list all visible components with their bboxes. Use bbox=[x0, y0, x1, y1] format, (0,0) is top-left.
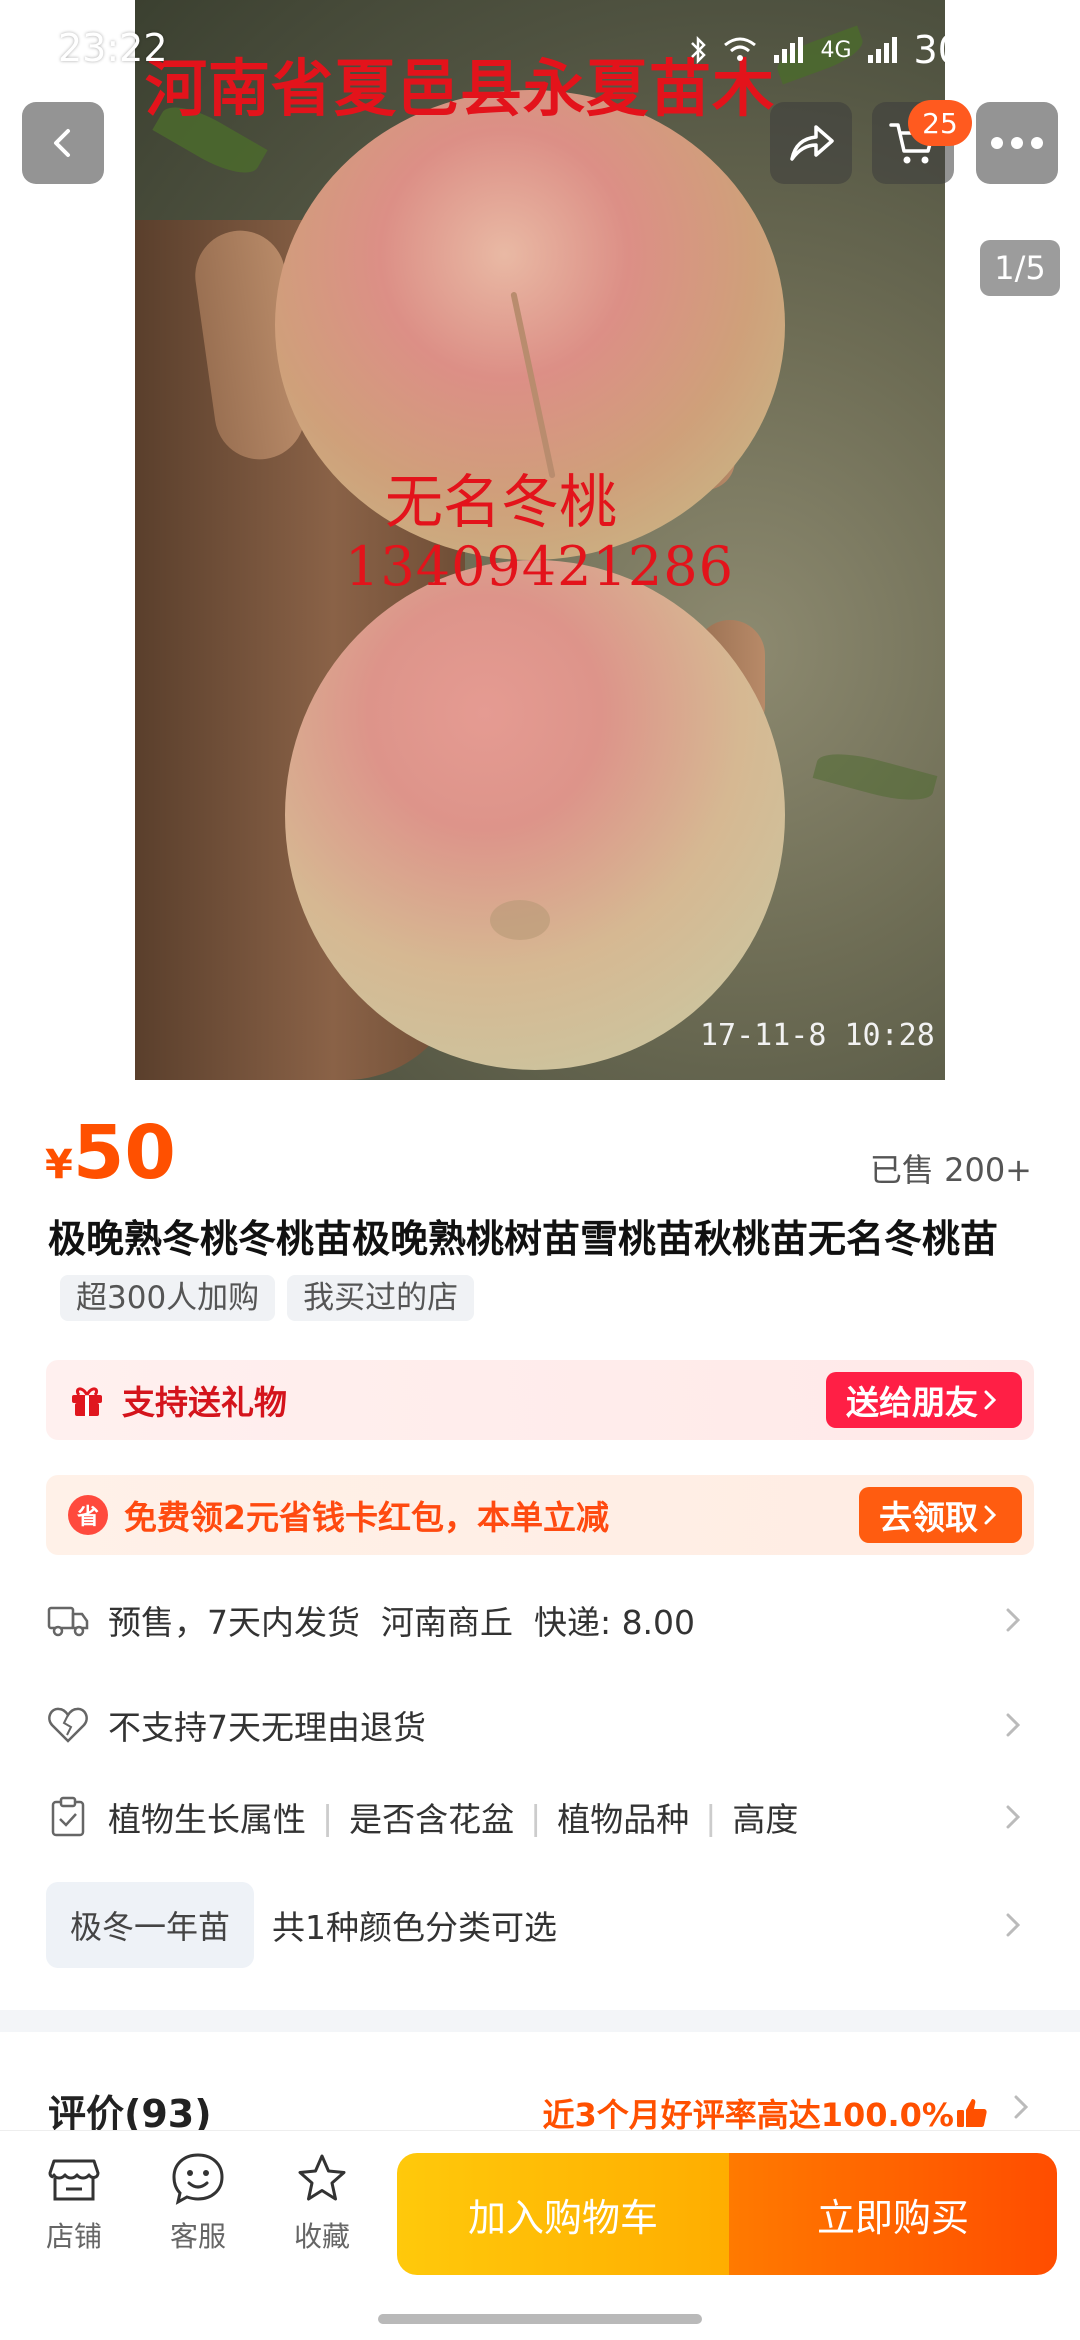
add-to-cart-button[interactable]: 加入购物车 bbox=[397, 2153, 729, 2275]
peach-bottom bbox=[285, 560, 785, 1070]
truck-icon bbox=[47, 1606, 89, 1637]
watermark-phone: 13409421286 bbox=[345, 535, 734, 598]
more-button[interactable] bbox=[976, 102, 1058, 184]
attribute-item: 是否含花盆 bbox=[349, 1800, 515, 1839]
signal-icon bbox=[867, 37, 897, 63]
chevron-left-icon bbox=[54, 129, 70, 157]
product-title-text: 极晚熟冬桃冬桃苗极晚熟桃树苗雪桃苗秋桃苗无名冬桃苗 bbox=[48, 1217, 999, 1261]
tag-bought-store: 我买过的店 bbox=[287, 1275, 475, 1321]
battery-percent: 30% bbox=[913, 28, 998, 72]
attribute-divider: | bbox=[705, 1797, 717, 1837]
battery-icon bbox=[1012, 33, 1030, 67]
price-currency: ¥ bbox=[45, 1142, 73, 1188]
smiley-chat-icon bbox=[172, 2153, 224, 2205]
attribute-item: 植物品种 bbox=[557, 1800, 690, 1839]
back-button[interactable] bbox=[22, 102, 104, 184]
home-indicator[interactable] bbox=[378, 2314, 702, 2324]
heart-broken-icon bbox=[48, 1707, 88, 1743]
cart-count-badge: 25 bbox=[908, 100, 972, 146]
chevron-right-icon[interactable] bbox=[1006, 2092, 1036, 2122]
star-icon bbox=[298, 2154, 346, 2201]
customer-service-label: 客服 bbox=[169, 2220, 226, 2253]
leaf-decoration bbox=[812, 745, 938, 809]
section-divider bbox=[0, 2010, 1080, 2032]
clock: 23:22 bbox=[58, 26, 168, 70]
gift-banner[interactable]: 支持送礼物 送给朋友 bbox=[46, 1360, 1034, 1440]
system-icons: 4G 30% bbox=[688, 28, 1030, 72]
shop-label: 店铺 bbox=[45, 2220, 102, 2253]
peach-dimple bbox=[490, 900, 550, 940]
coupon-icon: 省 bbox=[68, 1495, 108, 1535]
attributes-row[interactable]: 植物生长属性 | 是否含花盆 | 植物品种 | 高度 bbox=[46, 1782, 1034, 1852]
gift-icon bbox=[72, 1387, 102, 1416]
favorite-button[interactable]: 收藏 bbox=[272, 2151, 372, 2255]
photo-timestamp: 17-11-8 10:28 bbox=[700, 1018, 935, 1053]
return-policy-row[interactable]: 不支持7天无理由退货 bbox=[46, 1690, 1034, 1760]
buy-now-button[interactable]: 立即购买 bbox=[729, 2153, 1057, 2275]
bottom-action-bar: 店铺 客服 收藏 加入购物车 立即购买 bbox=[0, 2130, 1080, 2340]
coupon-banner[interactable]: 省 免费领2元省钱卡红包，本单立减 去领取 bbox=[46, 1475, 1034, 1555]
customer-service-button[interactable]: 客服 bbox=[148, 2151, 248, 2255]
attribute-item: 植物生长属性 bbox=[108, 1800, 306, 1839]
product-title[interactable]: 极晚熟冬桃冬桃苗极晚熟桃树苗雪桃苗秋桃苗无名冬桃苗超300人加购 我买过的店 bbox=[48, 1210, 1048, 1326]
tag-added-to-cart: 超300人加购 bbox=[60, 1275, 276, 1321]
sku-selector-row[interactable]: 极冬一年苗 共1种颜色分类可选 bbox=[46, 1882, 1034, 1968]
more-icon bbox=[991, 137, 1043, 149]
chevron-right-icon bbox=[1006, 1805, 1021, 1829]
price: ¥ 50 bbox=[45, 1110, 176, 1196]
sold-count: 已售 200+ bbox=[869, 1151, 1032, 1189]
price-value: 50 bbox=[72, 1110, 176, 1196]
shop-button[interactable]: 店铺 bbox=[24, 2151, 124, 2255]
share-icon bbox=[790, 125, 834, 161]
return-policy-text: 不支持7天无理由退货 bbox=[108, 1708, 426, 1747]
sku-option-chip[interactable]: 极冬一年苗 bbox=[46, 1882, 255, 1968]
send-to-friend-label: 送给朋友 bbox=[846, 1383, 978, 1422]
chevron-right-icon bbox=[984, 1505, 997, 1525]
status-bar: 23:22 4G 30% bbox=[0, 0, 1080, 90]
watermark-product-name: 无名冬桃 bbox=[385, 468, 618, 536]
chevron-right-icon bbox=[1006, 1713, 1021, 1737]
share-button[interactable] bbox=[770, 102, 852, 184]
attribute-divider: | bbox=[322, 1797, 334, 1837]
chevron-right-icon bbox=[984, 1390, 997, 1410]
send-to-friend-button[interactable]: 送给朋友 bbox=[826, 1372, 1022, 1428]
image-pager: 1/5 bbox=[980, 240, 1060, 296]
bluetooth-icon bbox=[691, 35, 707, 65]
sku-summary-text: 共1种颜色分类可选 bbox=[272, 1908, 558, 1947]
network-type: 4G bbox=[820, 37, 852, 63]
shipping-row[interactable]: 预售，7天内发货 河南商丘 快递: 8.00 bbox=[46, 1585, 1034, 1655]
chevron-right-icon bbox=[1006, 1913, 1021, 1937]
clipboard-check-icon bbox=[51, 1796, 85, 1837]
wifi-icon bbox=[724, 37, 757, 61]
favorite-label: 收藏 bbox=[293, 2220, 350, 2253]
claim-coupon-label: 去领取 bbox=[879, 1498, 978, 1537]
store-icon bbox=[48, 2159, 100, 2201]
attribute-divider: | bbox=[530, 1797, 542, 1837]
attribute-item: 高度 bbox=[732, 1800, 799, 1839]
shipping-text: 预售，7天内发货 河南商丘 快递: 8.00 bbox=[108, 1603, 696, 1642]
chevron-right-icon bbox=[1006, 1608, 1021, 1632]
gift-text: 支持送礼物 bbox=[122, 1383, 287, 1422]
claim-coupon-button[interactable]: 去领取 bbox=[859, 1487, 1022, 1543]
coupon-text: 免费领2元省钱卡红包，本单立减 bbox=[124, 1498, 609, 1537]
thumbs-up-icon bbox=[957, 2099, 987, 2127]
signal-icon bbox=[774, 37, 804, 63]
